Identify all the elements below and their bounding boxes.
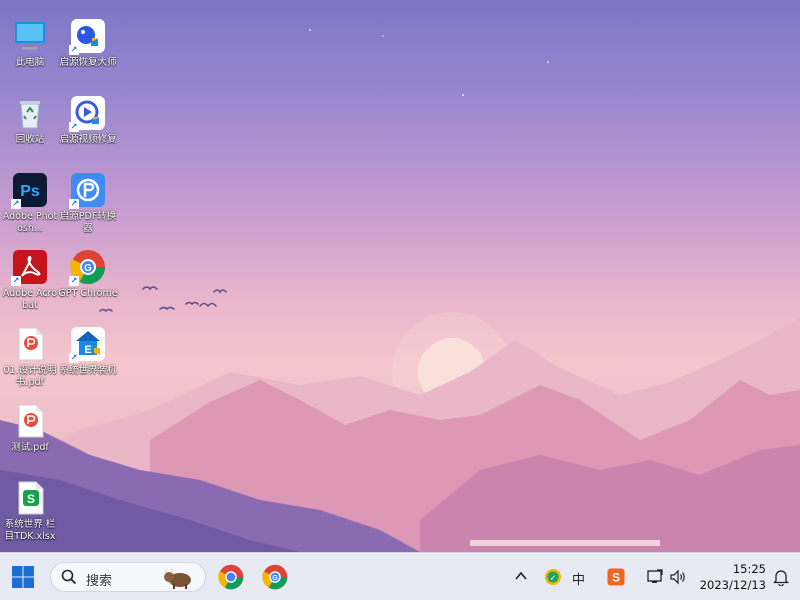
desktop-icon-label: 系统世界 栏目TDK.xlsx — [4, 519, 56, 542]
desktop-icon-acrobat[interactable]: ↗ Adobe Acrobat — [0, 249, 60, 312]
desktop-icon-gpt-chrome[interactable]: G ↗ GPT Chrome — [58, 249, 118, 300]
desktop-icon-photoshop[interactable]: Ps ↗ Adobe Photosh... — [0, 172, 60, 235]
desktop-icon-label: Adobe Acrobat — [2, 288, 58, 311]
shortcut-arrow-icon: ↗ — [11, 199, 21, 209]
desktop-icon-label: 回收站 — [15, 134, 45, 145]
desktop-icon-label: 启源视频修复 — [59, 134, 117, 145]
desktop-icon-label: 启源PDF转换器 — [59, 211, 117, 234]
taskbar-gpt-chrome-button[interactable]: G — [262, 564, 288, 590]
chevron-up-icon — [515, 571, 527, 580]
desktop-icon-qiyuan-pdf-converter[interactable]: ↗ 启源PDF转换器 — [58, 172, 118, 235]
network-button[interactable] — [646, 568, 664, 590]
desktop-icon-qiyuan-recovery[interactable]: ↗ 启源恢复大师 — [58, 18, 118, 69]
search-icon — [61, 569, 77, 585]
show-hidden-icons-button[interactable] — [514, 569, 528, 587]
desktop-icon-label: 01.设计说明书.pdf — [3, 365, 57, 388]
shortcut-arrow-icon: ↗ — [69, 353, 79, 363]
spreadsheet-file-icon: S — [12, 480, 48, 516]
desktop-icon-label: 启源恢复大师 — [59, 57, 117, 68]
svg-text:G: G — [84, 263, 92, 274]
qiyuan-recovery-icon: ↗ — [69, 18, 106, 55]
qiyuan-pdf-converter-icon: ↗ — [69, 172, 106, 209]
acrobat-icon: ↗ — [11, 249, 48, 286]
volume-icon — [670, 569, 685, 585]
taskbar-chrome-button[interactable] — [218, 564, 244, 590]
volume-button[interactable] — [669, 568, 687, 590]
gpt-chrome-icon: G — [262, 564, 288, 590]
sogou-ime-icon: S — [607, 568, 625, 586]
windows-logo-icon — [12, 566, 34, 588]
pdf-file-icon — [12, 326, 48, 362]
svg-text:S: S — [27, 492, 35, 506]
desktop-icon-label: 测试.pdf — [11, 442, 49, 453]
desktop-icon-system-world-installer[interactable]: E ↗ 系统世界装机 — [58, 326, 118, 377]
desktop-icon-tdk-xlsx[interactable]: S 系统世界 栏目TDK.xlsx — [0, 480, 60, 543]
desktop-icon-design-pdf[interactable]: 01.设计说明书.pdf — [0, 326, 60, 389]
network-icon — [647, 569, 663, 583]
taskbar-search-box[interactable]: 搜索 — [50, 562, 206, 592]
start-button[interactable] — [11, 565, 35, 589]
notifications-button[interactable] — [772, 568, 790, 590]
svg-text:G: G — [272, 573, 278, 582]
sogou-ime-button[interactable]: S — [607, 568, 625, 590]
input-method-indicator[interactable]: 中 — [572, 569, 585, 588]
shortcut-arrow-icon: ↗ — [69, 276, 79, 286]
shortcut-arrow-icon: ↗ — [11, 276, 21, 286]
search-placeholder: 搜索 — [86, 574, 113, 589]
bell-icon — [772, 570, 790, 587]
shortcut-arrow-icon: ↗ — [69, 45, 79, 55]
qiyuan-video-repair-icon: ↗ — [69, 95, 106, 132]
shortcut-arrow-icon: ↗ — [69, 199, 79, 209]
recycle-bin-icon — [12, 95, 48, 131]
desktop-icon-recycle-bin[interactable]: 回收站 — [0, 95, 60, 146]
desktop-icon-label: GPT Chrome — [58, 288, 118, 299]
tray-app-button[interactable]: ✓ — [544, 568, 562, 590]
svg-text:S: S — [612, 571, 620, 585]
clock-time: 15:25 — [732, 562, 766, 576]
svg-text:E: E — [84, 344, 91, 356]
svg-text:Ps: Ps — [20, 183, 40, 200]
desktop-icon-label: Adobe Photosh... — [2, 211, 58, 234]
svg-text:✓: ✓ — [550, 574, 557, 583]
shortcut-arrow-icon: ↗ — [69, 122, 79, 132]
desktop-wallpaper — [0, 0, 800, 552]
taskbar: 搜索 G ✓ 中 S 15:25 2023/12/13 — [0, 552, 800, 600]
desktop-icon-label: 系统世界装机 — [59, 365, 117, 376]
chrome-icon: G ↗ — [69, 249, 106, 286]
photoshop-icon: Ps ↗ — [11, 172, 48, 209]
tray-app-icon: ✓ — [545, 569, 561, 585]
clock-date: 2023/12/13 — [699, 578, 766, 592]
desktop-icon-test-pdf[interactable]: 测试.pdf — [0, 403, 60, 454]
chrome-icon — [218, 564, 244, 590]
desktop-icon-label: 此电脑 — [15, 57, 45, 68]
pdf-file-icon — [12, 403, 48, 439]
computer-icon — [12, 18, 48, 54]
desktop-icon-qiyuan-video-repair[interactable]: ↗ 启源视频修复 — [58, 95, 118, 146]
system-world-installer-icon: E ↗ — [69, 326, 106, 363]
desktop-icon-this-pc[interactable]: 此电脑 — [0, 18, 60, 69]
search-highlight-yak-icon — [164, 568, 191, 589]
